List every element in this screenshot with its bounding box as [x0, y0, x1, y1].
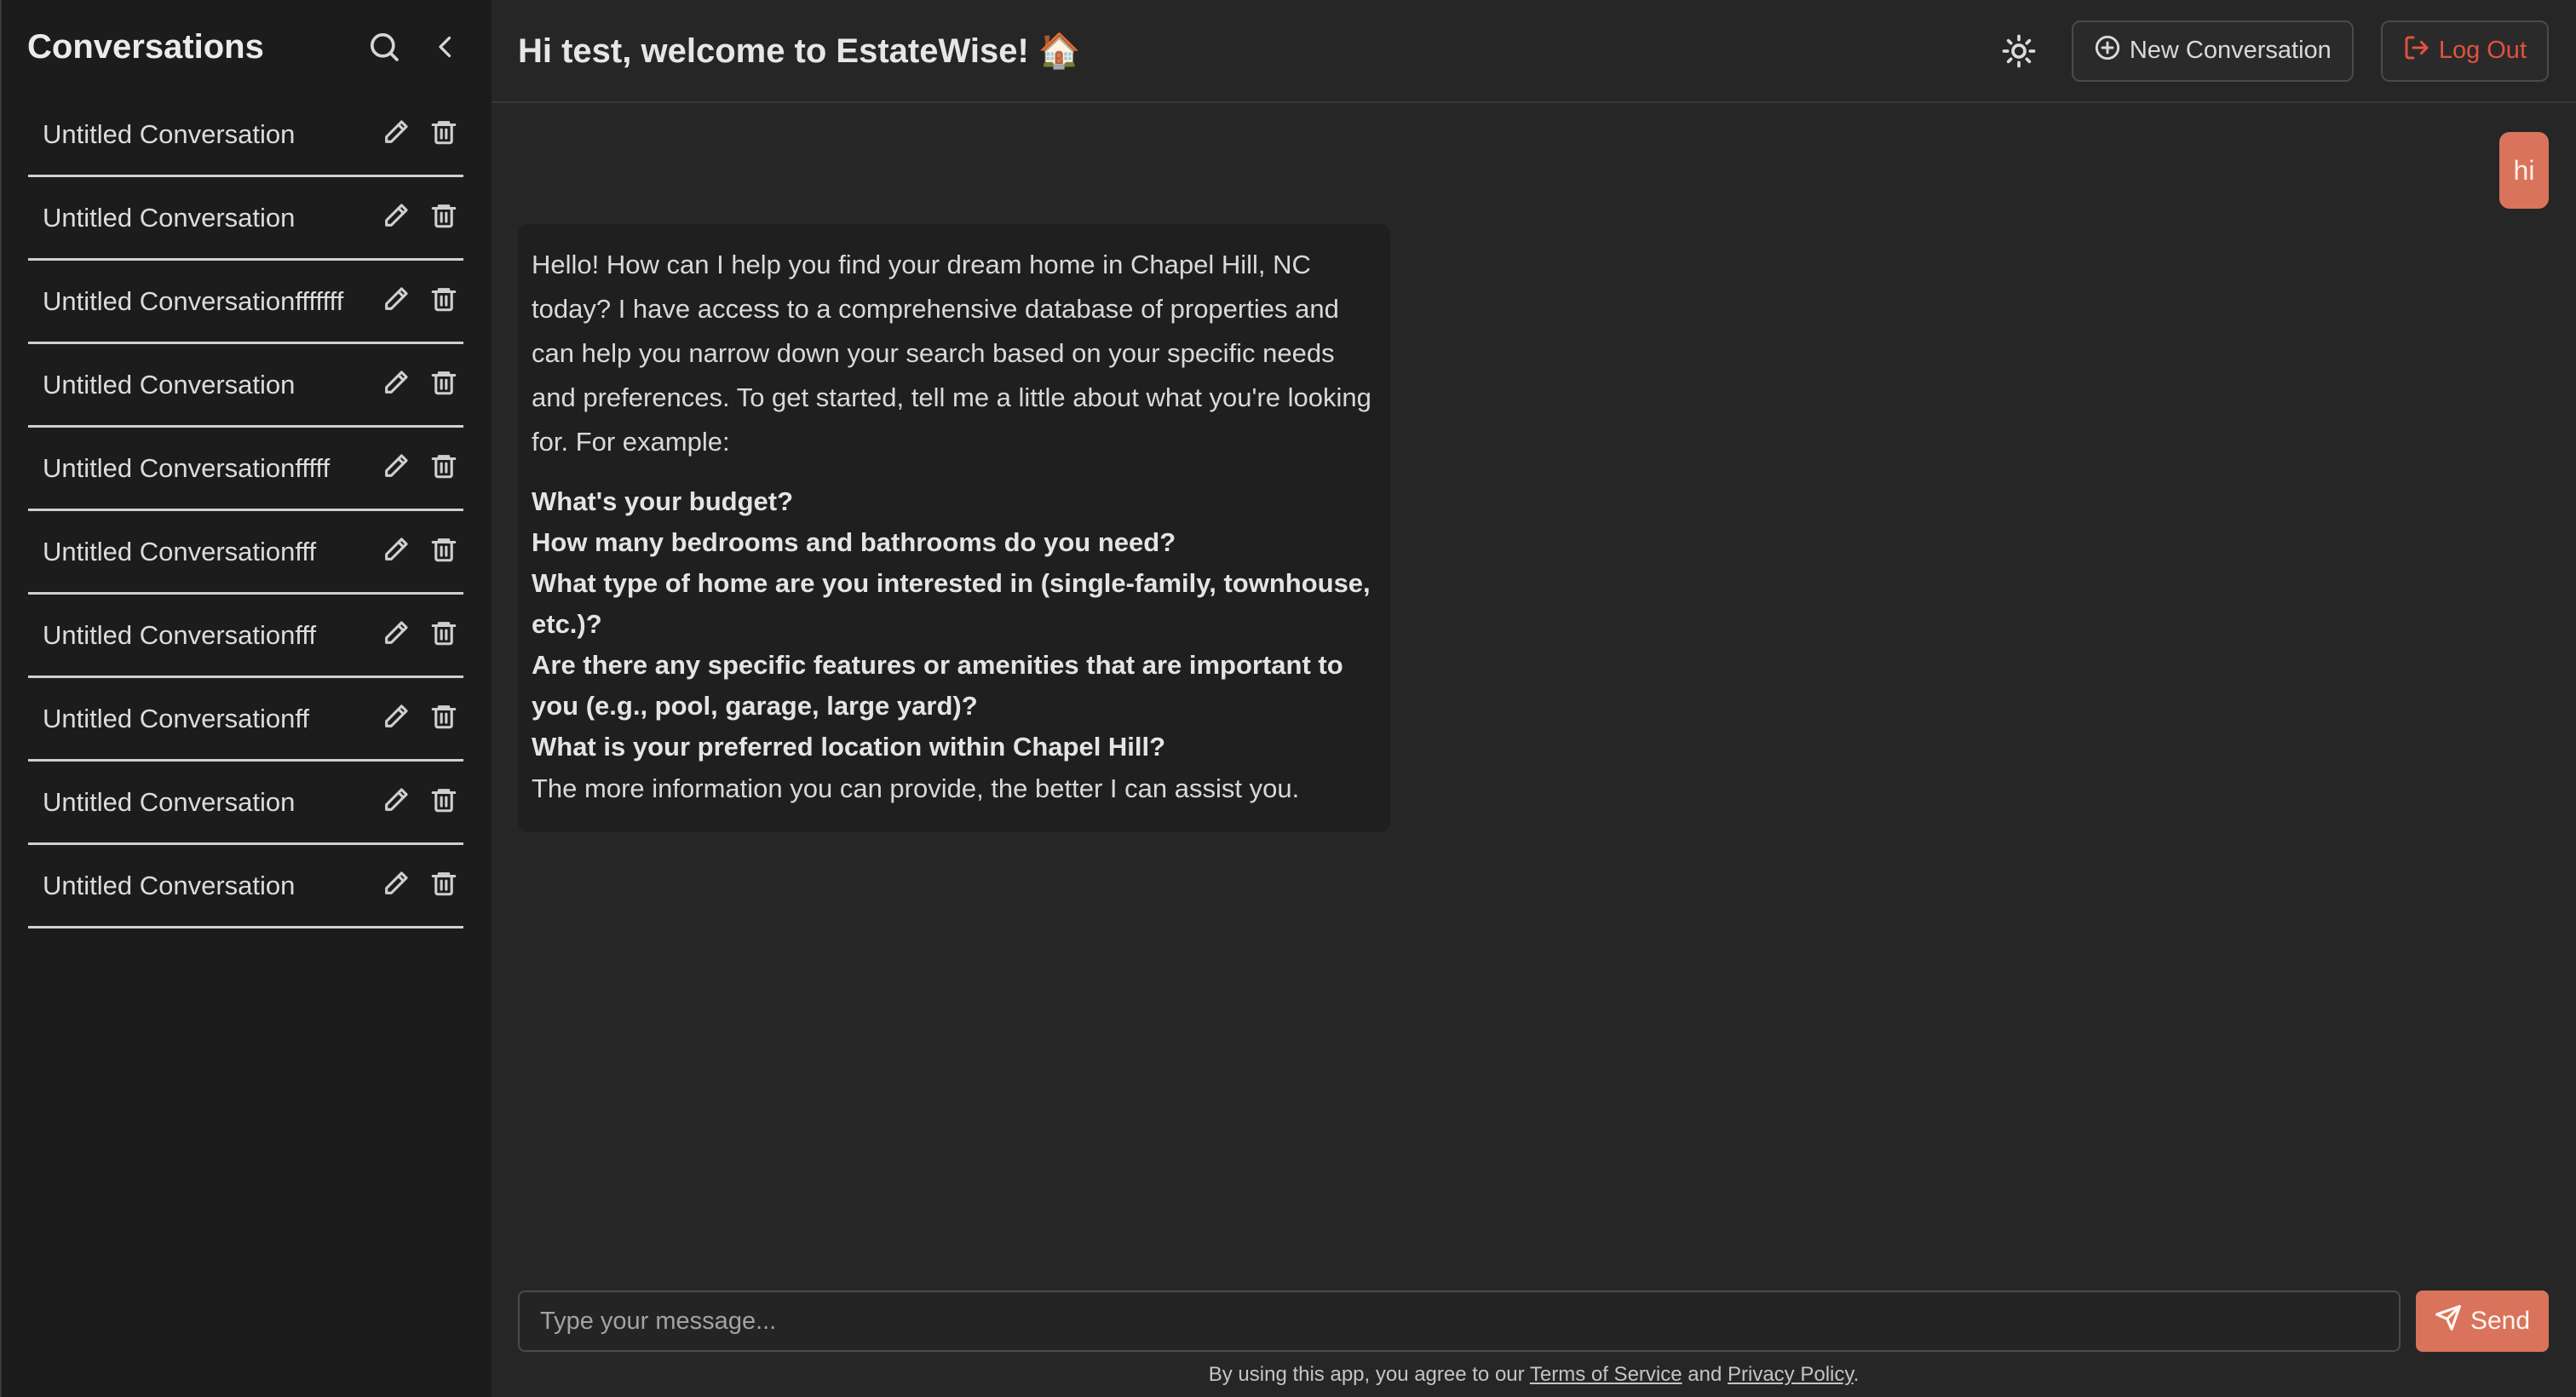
- assistant-question: What type of home are you interested in …: [532, 568, 1371, 639]
- trash-icon[interactable]: [429, 785, 458, 819]
- new-conversation-button[interactable]: New Conversation: [2071, 20, 2354, 82]
- edit-icon[interactable]: [382, 201, 411, 234]
- footer-suffix: .: [1853, 1363, 1860, 1386]
- edit-icon[interactable]: [382, 368, 411, 401]
- search-icon[interactable]: [364, 26, 405, 67]
- conversation-item[interactable]: Untitled Conversation: [28, 94, 463, 177]
- conversation-label[interactable]: Untitled Conversationfffff: [43, 453, 373, 484]
- assistant-question: Are there any specific features or ameni…: [532, 650, 1343, 721]
- assistant-question: What's your budget?: [532, 486, 794, 516]
- user-message-bubble: hi: [2499, 132, 2549, 209]
- theme-toggle-icon[interactable]: [1992, 24, 2046, 78]
- trash-icon[interactable]: [429, 535, 458, 568]
- conversation-item[interactable]: Untitled Conversationff: [28, 678, 463, 762]
- sidebar: Conversations Untitled Conversation Unti…: [0, 0, 492, 1397]
- trash-icon[interactable]: [429, 702, 458, 735]
- assistant-question: What is your preferred location within C…: [532, 732, 1166, 762]
- terms-link[interactable]: Terms of Service: [1530, 1363, 1682, 1386]
- send-label: Send: [2470, 1307, 2531, 1335]
- edit-icon[interactable]: [382, 869, 411, 902]
- conversation-label[interactable]: Untitled Conversation: [43, 871, 373, 901]
- assistant-intro-text: Hello! How can I help you find your drea…: [532, 250, 1371, 457]
- edit-icon[interactable]: [382, 618, 411, 652]
- edit-icon[interactable]: [382, 702, 411, 735]
- trash-icon[interactable]: [429, 869, 458, 902]
- conversation-item[interactable]: Untitled Conversation: [28, 344, 463, 428]
- conversation-item[interactable]: Untitled Conversationfff: [28, 595, 463, 678]
- logout-button[interactable]: Log Out: [2380, 20, 2549, 82]
- footer-and: and: [1682, 1363, 1728, 1386]
- trash-icon[interactable]: [429, 118, 458, 151]
- trash-icon[interactable]: [429, 451, 458, 485]
- privacy-link[interactable]: Privacy Policy: [1728, 1363, 1854, 1386]
- footer-note: By using this app, you agree to our Term…: [492, 1363, 2576, 1397]
- top-bar: Hi test, welcome to EstateWise! 🏠 New Co…: [492, 0, 2576, 103]
- trash-icon[interactable]: [429, 285, 458, 318]
- conversation-item[interactable]: Untitled Conversationfff: [28, 511, 463, 595]
- sidebar-header: Conversations: [2, 0, 492, 94]
- trash-icon[interactable]: [429, 618, 458, 652]
- welcome-title: Hi test, welcome to EstateWise! 🏠: [518, 32, 1081, 70]
- edit-icon[interactable]: [382, 535, 411, 568]
- composer: Send: [492, 1279, 2576, 1363]
- assistant-question: How many bedrooms and bathrooms do you n…: [532, 527, 1176, 557]
- trash-icon[interactable]: [429, 201, 458, 234]
- trash-icon[interactable]: [429, 368, 458, 401]
- assistant-outro-text: The more information you can provide, th…: [532, 773, 1300, 803]
- footer-prefix: By using this app, you agree to our: [1208, 1363, 1530, 1386]
- send-button[interactable]: Send: [2416, 1291, 2549, 1352]
- new-conversation-label: New Conversation: [2129, 37, 2332, 64]
- conversation-item[interactable]: Untitled Conversationfffffff: [28, 261, 463, 344]
- message-input[interactable]: [518, 1291, 2401, 1352]
- conversation-label[interactable]: Untitled Conversationff: [43, 704, 373, 734]
- sidebar-title: Conversations: [27, 27, 264, 66]
- send-icon: [2435, 1304, 2462, 1338]
- edit-icon[interactable]: [382, 285, 411, 318]
- conversation-label[interactable]: Untitled Conversation: [43, 787, 373, 818]
- edit-icon[interactable]: [382, 118, 411, 151]
- logout-label: Log Out: [2438, 37, 2527, 64]
- conversation-list: Untitled Conversation Untitled Conversat…: [2, 94, 492, 928]
- conversation-label[interactable]: Untitled Conversationfff: [43, 620, 373, 651]
- logout-icon: [2403, 34, 2430, 68]
- main-panel: Hi test, welcome to EstateWise! 🏠 New Co…: [492, 0, 2576, 1397]
- collapse-sidebar-icon[interactable]: [425, 26, 466, 67]
- edit-icon[interactable]: [382, 451, 411, 485]
- edit-icon[interactable]: [382, 785, 411, 819]
- conversation-item[interactable]: Untitled Conversation: [28, 845, 463, 928]
- conversation-label[interactable]: Untitled Conversation: [43, 119, 373, 150]
- conversation-label[interactable]: Untitled Conversationfffffff: [43, 286, 373, 317]
- conversation-label[interactable]: Untitled Conversation: [43, 370, 373, 400]
- plus-circle-icon: [2094, 34, 2121, 68]
- conversation-item[interactable]: Untitled Conversation: [28, 762, 463, 845]
- conversation-item[interactable]: Untitled Conversationfffff: [28, 428, 463, 511]
- app: Conversations Untitled Conversation Unti…: [0, 0, 2576, 1397]
- conversation-label[interactable]: Untitled Conversation: [43, 203, 373, 233]
- chat-area: hi Hello! How can I help you find your d…: [492, 103, 2576, 1279]
- conversation-item[interactable]: Untitled Conversation: [28, 177, 463, 261]
- conversation-label[interactable]: Untitled Conversationfff: [43, 537, 373, 567]
- assistant-message-bubble: Hello! How can I help you find your drea…: [518, 224, 1390, 832]
